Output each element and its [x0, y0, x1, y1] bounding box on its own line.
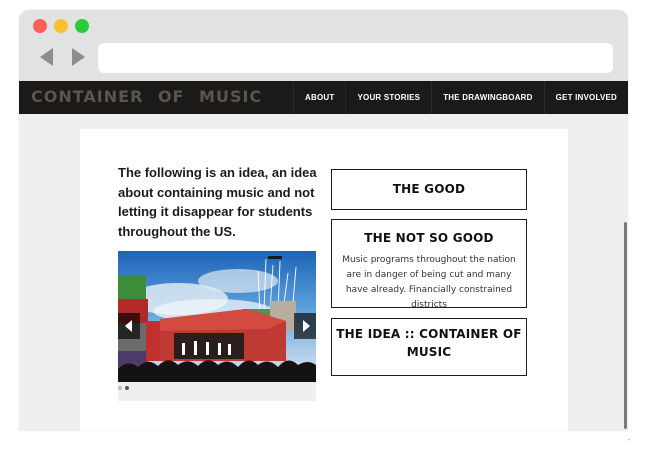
forward-arrow-icon[interactable]: [72, 48, 85, 66]
minimize-window-button[interactable]: [54, 19, 68, 33]
slider-dot-1[interactable]: [118, 386, 122, 390]
the-good-box[interactable]: THE GOOD: [331, 169, 527, 210]
nav-get-involved[interactable]: GET INVOLVED: [543, 81, 628, 114]
slider-pagination: [118, 386, 132, 390]
the-not-so-good-box[interactable]: THE NOT SO GOOD Music programs throughou…: [331, 219, 527, 310]
scrollbar[interactable]: [624, 222, 627, 429]
the-not-so-good-heading: THE NOT SO GOOD: [364, 231, 494, 245]
slider-prev-button[interactable]: [118, 313, 140, 339]
stage-illustration: [118, 251, 316, 382]
address-bar[interactable]: [98, 43, 613, 73]
nav-the-drawingboard[interactable]: THE DRAWINGBOARD: [431, 81, 543, 114]
nav-about[interactable]: ABOUT: [293, 81, 345, 114]
corner-mark: •: [628, 438, 631, 444]
chevron-right-icon: [303, 320, 310, 332]
nav-your-stories[interactable]: YOUR STORIES: [345, 81, 431, 114]
browser-toolbar: [19, 10, 628, 81]
maximize-window-button[interactable]: [75, 19, 89, 33]
image-slider: [118, 251, 316, 401]
slider-dot-2[interactable]: [125, 386, 129, 390]
main-content: The following is an idea, an idea about …: [80, 129, 568, 431]
the-not-so-good-text: Music programs throughout the nation are…: [342, 255, 516, 310]
intro-text: The following is an idea, an idea about …: [118, 165, 317, 239]
main-nav: ABOUT YOUR STORIES THE DRAWINGBOARD GET …: [293, 81, 628, 114]
close-window-button[interactable]: [33, 19, 47, 33]
the-idea-heading: THE IDEA :: CONTAINER OF MUSIC: [336, 327, 522, 359]
site-header: CONTAINER OF MUSIC ABOUT YOUR STORIES TH…: [19, 81, 628, 114]
the-idea-box[interactable]: THE IDEA :: CONTAINER OF MUSIC: [331, 318, 527, 376]
chevron-left-icon: [125, 320, 132, 332]
slide-image: [118, 251, 316, 382]
slider-next-button[interactable]: [294, 313, 316, 339]
site-logo[interactable]: CONTAINER OF MUSIC: [31, 87, 262, 106]
the-good-heading: THE GOOD: [392, 182, 466, 196]
back-arrow-icon[interactable]: [40, 48, 53, 66]
browser-window: CONTAINER OF MUSIC ABOUT YOUR STORIES TH…: [19, 10, 628, 431]
